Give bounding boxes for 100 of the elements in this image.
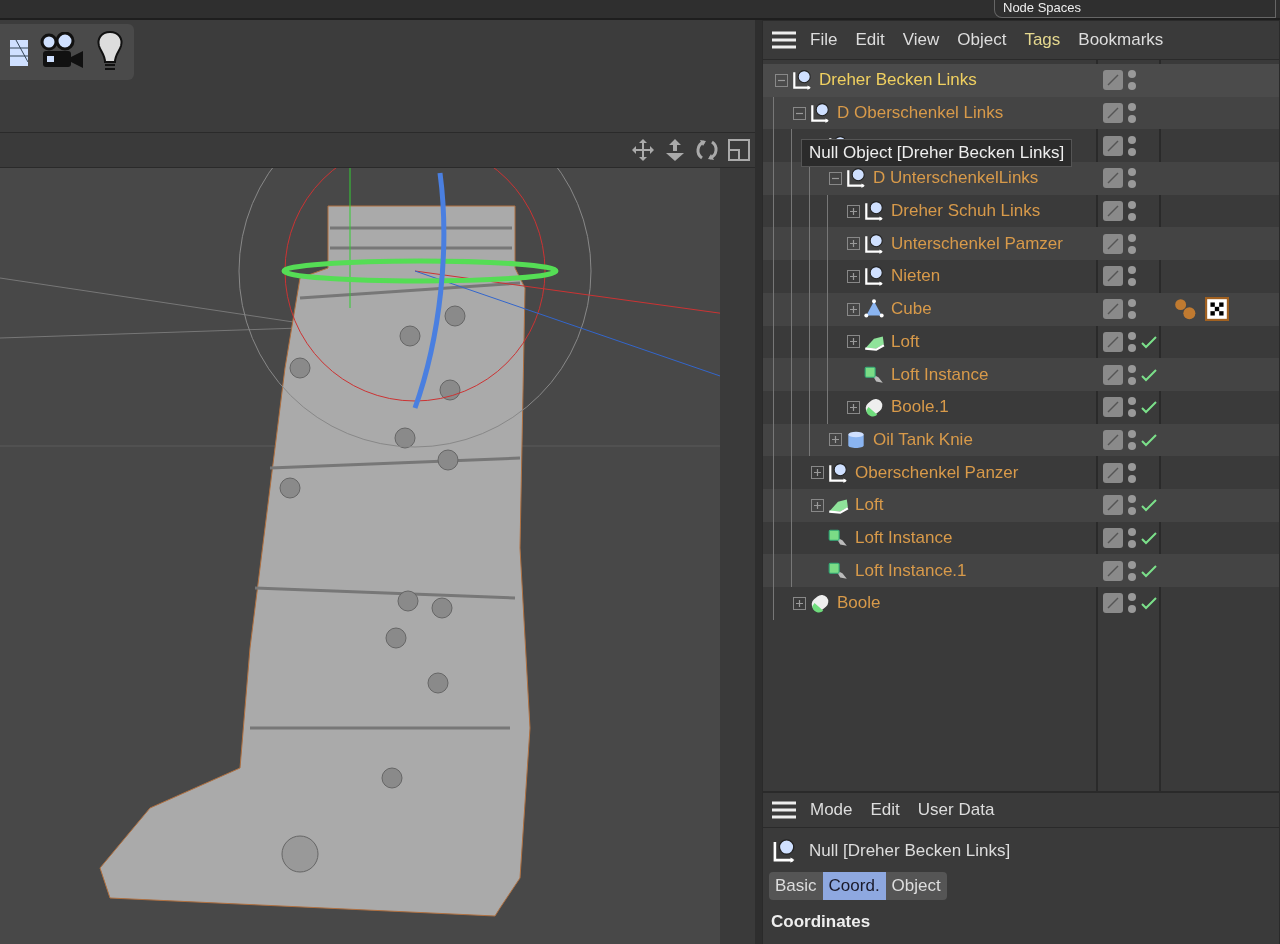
object-row[interactable]: Unterschenkel Pamzer bbox=[763, 227, 1279, 261]
move-view-icon[interactable] bbox=[631, 138, 655, 162]
editable-toggle-icon[interactable] bbox=[1103, 233, 1123, 254]
visibility-dots-icon[interactable] bbox=[1127, 101, 1137, 126]
object-row[interactable]: Cube bbox=[763, 292, 1279, 326]
check-icon[interactable] bbox=[1141, 400, 1157, 415]
visibility-dots-icon[interactable] bbox=[1127, 362, 1137, 387]
collapse-toggle-icon[interactable] bbox=[775, 73, 788, 87]
editable-toggle-icon[interactable] bbox=[1103, 462, 1123, 483]
editable-toggle-icon[interactable] bbox=[1103, 70, 1123, 91]
menu-item[interactable]: Object bbox=[948, 30, 1016, 50]
editable-toggle-icon[interactable] bbox=[1103, 135, 1123, 156]
object-row[interactable]: Loft Instance bbox=[763, 521, 1279, 555]
expand-toggle-icon[interactable] bbox=[847, 335, 860, 349]
visibility-dots-icon[interactable] bbox=[1127, 68, 1137, 93]
editable-toggle-icon[interactable] bbox=[1103, 331, 1123, 352]
expand-toggle-icon[interactable] bbox=[811, 498, 824, 512]
object-row[interactable]: Oil Tank Knie bbox=[763, 423, 1279, 457]
null-object-icon bbox=[827, 461, 849, 484]
object-row[interactable]: Boole bbox=[763, 587, 1279, 620]
check-icon[interactable] bbox=[1141, 498, 1157, 513]
check-icon[interactable] bbox=[1141, 530, 1157, 545]
editable-toggle-icon[interactable] bbox=[1103, 397, 1123, 418]
editable-toggle-icon[interactable] bbox=[1103, 593, 1123, 614]
editable-toggle-icon[interactable] bbox=[1103, 266, 1123, 287]
null-object-icon bbox=[863, 265, 885, 288]
rotate-view-icon[interactable] bbox=[695, 138, 719, 162]
expand-toggle-icon[interactable] bbox=[793, 596, 806, 610]
editable-toggle-icon[interactable] bbox=[1103, 103, 1123, 124]
visibility-dots-icon[interactable] bbox=[1127, 427, 1137, 452]
object-row[interactable]: Boole.1 bbox=[763, 390, 1279, 424]
expand-toggle-icon[interactable] bbox=[847, 400, 860, 414]
object-name: Oberschenkel Panzer bbox=[855, 462, 1019, 483]
visibility-dots-icon[interactable] bbox=[1127, 264, 1137, 289]
menu-item[interactable]: Edit bbox=[846, 30, 894, 50]
menu-icon[interactable] bbox=[771, 800, 797, 820]
menu-item[interactable]: User Data bbox=[908, 800, 1004, 820]
visibility-dots-icon[interactable] bbox=[1127, 297, 1137, 322]
editable-toggle-icon[interactable] bbox=[1103, 201, 1123, 222]
object-row[interactable]: Loft bbox=[763, 325, 1279, 359]
visibility-dots-icon[interactable] bbox=[1127, 460, 1137, 485]
menu-icon[interactable] bbox=[771, 30, 797, 50]
editable-toggle-icon[interactable] bbox=[1103, 560, 1123, 581]
object-row[interactable]: Oberschenkel Panzer bbox=[763, 456, 1279, 489]
visibility-dots-icon[interactable] bbox=[1127, 395, 1137, 420]
editable-toggle-icon[interactable] bbox=[1103, 364, 1123, 385]
editable-toggle-icon[interactable] bbox=[1103, 429, 1123, 450]
editable-toggle-icon[interactable] bbox=[1103, 299, 1123, 320]
visibility-dots-icon[interactable] bbox=[1127, 525, 1137, 550]
check-icon[interactable] bbox=[1141, 596, 1157, 611]
menu-item[interactable]: Tags bbox=[1015, 30, 1070, 50]
expand-toggle-icon[interactable] bbox=[829, 433, 842, 447]
visibility-dots-icon[interactable] bbox=[1127, 558, 1137, 583]
collapse-toggle-icon[interactable] bbox=[793, 106, 806, 120]
menu-item[interactable]: Edit bbox=[861, 800, 909, 820]
tab[interactable]: Object bbox=[885, 872, 947, 900]
node-spaces-dropdown[interactable]: Node Spaces bbox=[994, 0, 1276, 18]
object-row[interactable]: Loft Instance.1 bbox=[763, 554, 1279, 587]
object-row[interactable]: Dreher Schuh Links bbox=[763, 194, 1279, 228]
null-object-icon bbox=[791, 69, 813, 92]
expand-toggle-icon[interactable] bbox=[847, 269, 860, 283]
object-row[interactable]: Dreher Becken Links bbox=[763, 64, 1279, 97]
visibility-dots-icon[interactable] bbox=[1127, 166, 1137, 191]
editable-toggle-icon[interactable] bbox=[1103, 168, 1123, 189]
expand-toggle-icon[interactable] bbox=[811, 466, 824, 480]
material-tag-icon[interactable] bbox=[1173, 297, 1197, 322]
object-name: Unterschenkel Pamzer bbox=[891, 233, 1063, 254]
object-row[interactable]: Nieten bbox=[763, 260, 1279, 293]
object-name: Dreher Schuh Links bbox=[891, 201, 1041, 222]
check-icon[interactable] bbox=[1141, 432, 1157, 447]
object-row[interactable]: D UnterschenkelLinks bbox=[763, 162, 1279, 195]
tab[interactable]: Basic bbox=[769, 872, 823, 900]
check-icon[interactable] bbox=[1141, 563, 1157, 578]
menu-item[interactable]: Mode bbox=[801, 800, 862, 820]
editable-toggle-icon[interactable] bbox=[1103, 495, 1123, 516]
expand-toggle-icon[interactable] bbox=[847, 302, 860, 316]
menu-item[interactable]: View bbox=[893, 30, 949, 50]
collapse-toggle-icon[interactable] bbox=[829, 171, 842, 185]
object-row[interactable]: D Oberschenkel Links bbox=[763, 96, 1279, 130]
expand-toggle-icon[interactable] bbox=[847, 204, 860, 218]
visibility-dots-icon[interactable] bbox=[1127, 133, 1137, 158]
visibility-dots-icon[interactable] bbox=[1127, 231, 1137, 256]
expand-toggle-icon[interactable] bbox=[847, 237, 860, 251]
tab[interactable]: Coord. bbox=[822, 872, 886, 900]
checker-tag-icon[interactable] bbox=[1205, 297, 1229, 322]
visibility-dots-icon[interactable] bbox=[1127, 493, 1137, 518]
menu-item[interactable]: Bookmarks bbox=[1069, 30, 1173, 50]
visibility-dots-icon[interactable] bbox=[1127, 591, 1137, 616]
triangle-object-icon bbox=[863, 298, 885, 321]
check-icon[interactable] bbox=[1141, 334, 1157, 349]
object-row[interactable]: Loft Instance bbox=[763, 358, 1279, 391]
visibility-dots-icon[interactable] bbox=[1127, 329, 1137, 354]
object-row[interactable]: Loft bbox=[763, 488, 1279, 522]
visibility-dots-icon[interactable] bbox=[1127, 199, 1137, 224]
editable-toggle-icon[interactable] bbox=[1103, 527, 1123, 548]
maximize-view-icon[interactable] bbox=[727, 138, 751, 162]
object-name: Nieten bbox=[891, 266, 941, 287]
check-icon[interactable] bbox=[1141, 367, 1157, 382]
object-name: D UnterschenkelLinks bbox=[873, 168, 1039, 189]
menu-item[interactable]: File bbox=[801, 30, 847, 50]
